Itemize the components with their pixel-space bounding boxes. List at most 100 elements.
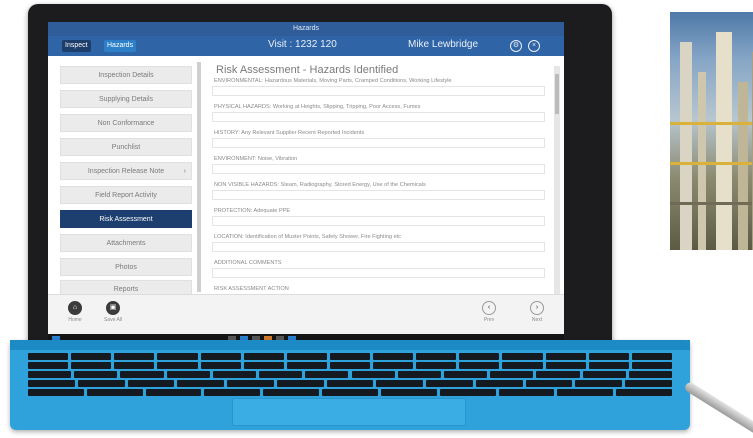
sidebar-item-attachments[interactable]: Attachments <box>60 234 192 252</box>
keyboard-key[interactable] <box>322 389 378 396</box>
keyboard-key[interactable] <box>575 380 623 387</box>
keyboard-key[interactable] <box>259 371 303 378</box>
keyboard-key[interactable] <box>212 371 257 378</box>
keyboard-key[interactable] <box>243 362 284 369</box>
hazard-input-field[interactable] <box>212 138 545 148</box>
keyboard-key[interactable] <box>28 371 72 378</box>
keyboard-key[interactable] <box>498 389 555 396</box>
keyboard-key[interactable] <box>502 353 543 360</box>
keyboard-key[interactable] <box>545 353 586 360</box>
keyboard-key[interactable] <box>86 389 143 396</box>
keyboard-key[interactable] <box>28 389 84 396</box>
hazard-input-field[interactable] <box>212 164 545 174</box>
keyboard-key[interactable] <box>536 371 580 378</box>
keyboard-key[interactable] <box>631 362 672 369</box>
settings-icon[interactable]: ⚙ <box>510 40 522 52</box>
scrollbar-thumb[interactable] <box>555 74 559 114</box>
main-scrollbar[interactable] <box>554 66 560 296</box>
prev-icon[interactable]: ‹ <box>482 301 496 315</box>
keyboard-key[interactable] <box>286 362 327 369</box>
keyboard-key[interactable] <box>502 362 543 369</box>
keyboard-key[interactable] <box>588 353 629 360</box>
keyboard-key[interactable] <box>329 353 371 360</box>
sidebar-item-supplying-details[interactable]: Supplying Details <box>60 90 192 108</box>
home-icon[interactable]: ⌂ <box>68 301 82 315</box>
keyboard-key[interactable] <box>616 389 672 396</box>
sidebar-item-punchlist[interactable]: Punchlist <box>60 138 192 156</box>
keyboard-key[interactable] <box>200 353 241 360</box>
hazard-input-field[interactable] <box>212 190 545 200</box>
nav-chip-inspect[interactable]: Inspect <box>62 40 91 52</box>
hazard-row-label: PROTECTION: Adequate PPE <box>214 208 291 214</box>
keyboard-key[interactable] <box>28 362 69 369</box>
keyboard-key[interactable] <box>200 362 241 369</box>
keyboard-key[interactable] <box>373 353 414 360</box>
keyboard-key[interactable] <box>276 380 324 387</box>
sidebar-scrollbar[interactable] <box>197 62 201 292</box>
touchpad[interactable] <box>232 398 466 426</box>
keyboard-key[interactable] <box>114 353 155 360</box>
sidebar-item-inspection-details[interactable]: Inspection Details <box>60 66 192 84</box>
keyboard-key[interactable] <box>204 389 261 396</box>
keyboard-key[interactable] <box>426 380 473 387</box>
keyboard-key[interactable] <box>329 362 371 369</box>
hazard-input-field[interactable] <box>212 242 545 252</box>
keyboard-key[interactable] <box>114 362 155 369</box>
keyboard-key[interactable] <box>74 371 118 378</box>
sidebar-item-field-report-activity[interactable]: Field Report Activity <box>60 186 192 204</box>
keyboard-key[interactable] <box>177 380 225 387</box>
keyboard-key[interactable] <box>326 380 374 387</box>
keyboard-key[interactable] <box>376 380 424 387</box>
keyboard-key[interactable] <box>227 380 274 387</box>
keyboard-key[interactable] <box>157 353 198 360</box>
keyboard-key[interactable] <box>305 371 349 378</box>
sidebar-item-non-conformance[interactable]: Non Conformance <box>60 114 192 132</box>
hazard-input-field[interactable] <box>212 268 545 278</box>
keyboard-key[interactable] <box>77 380 125 387</box>
keyboard-key[interactable] <box>545 362 586 369</box>
save-icon[interactable]: ▣ <box>106 301 120 315</box>
keyboard-key[interactable] <box>416 362 457 369</box>
keyboard-key[interactable] <box>28 353 69 360</box>
keyboard-key[interactable] <box>397 371 441 378</box>
keyboard-key[interactable] <box>145 389 202 396</box>
keyboard-key[interactable] <box>582 371 626 378</box>
keyboard-key[interactable] <box>631 353 672 360</box>
keyboard-key[interactable] <box>351 371 395 378</box>
sidebar-item-inspection-release-note[interactable]: Inspection Release Note › <box>60 162 192 180</box>
keyboard-key[interactable] <box>490 371 534 378</box>
keyboard-key[interactable] <box>459 362 500 369</box>
keyboard-key[interactable] <box>71 362 112 369</box>
keyboard-key[interactable] <box>628 371 672 378</box>
hazard-input-field[interactable] <box>212 86 545 96</box>
keyboard-key[interactable] <box>166 371 210 378</box>
app-header: Inspect Hazards Visit : 1232 120 Mike Le… <box>48 36 564 56</box>
keyboard-key[interactable] <box>525 380 573 387</box>
keyboard-key[interactable] <box>557 389 614 396</box>
hazard-input-field[interactable] <box>212 112 545 122</box>
keyboard-key[interactable] <box>263 389 320 396</box>
keyboard-key[interactable] <box>286 353 327 360</box>
visit-number: Visit : 1232 120 <box>268 39 337 50</box>
sidebar-item-risk-assessment[interactable]: Risk Assessment <box>60 210 192 228</box>
keyboard-key[interactable] <box>373 362 414 369</box>
close-icon[interactable]: × <box>528 40 540 52</box>
keyboard-key[interactable] <box>120 371 164 378</box>
keyboard-key[interactable] <box>475 380 523 387</box>
keyboard-key[interactable] <box>416 353 457 360</box>
keyboard-key[interactable] <box>127 380 175 387</box>
next-icon[interactable]: › <box>530 301 544 315</box>
keyboard-key[interactable] <box>588 362 629 369</box>
keyboard-key[interactable] <box>443 371 488 378</box>
hazard-input-field[interactable] <box>212 216 545 226</box>
nav-chip-hazards[interactable]: Hazards <box>104 40 137 52</box>
keyboard-key[interactable] <box>28 380 75 387</box>
keyboard-key[interactable] <box>625 380 672 387</box>
keyboard-key[interactable] <box>243 353 284 360</box>
keyboard-key[interactable] <box>439 389 496 396</box>
keyboard-key[interactable] <box>459 353 500 360</box>
keyboard-key[interactable] <box>71 353 112 360</box>
sidebar-item-photos[interactable]: Photos <box>60 258 192 276</box>
keyboard-key[interactable] <box>157 362 198 369</box>
keyboard-key[interactable] <box>380 389 437 396</box>
